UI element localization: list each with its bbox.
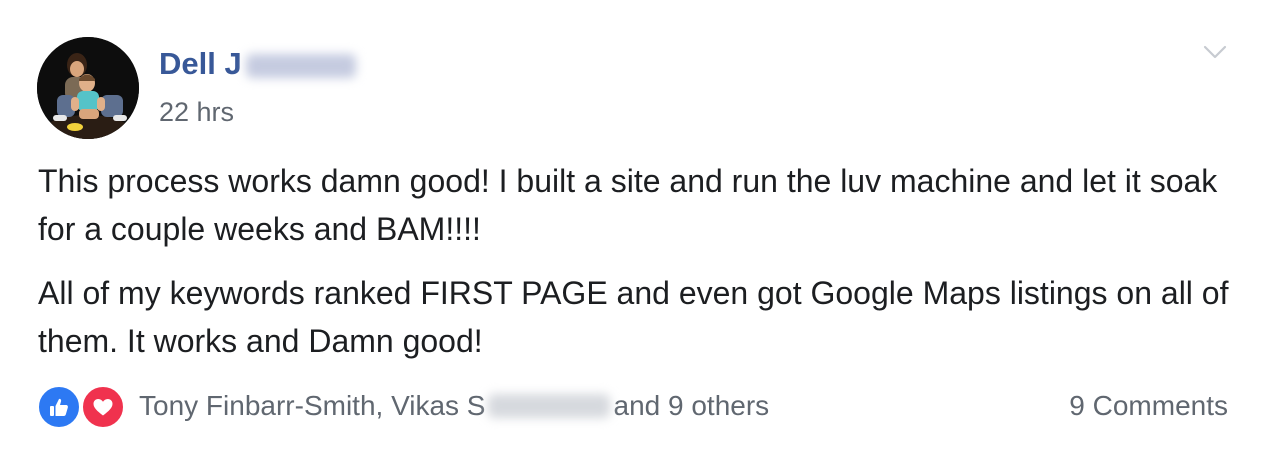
love-icon[interactable]	[81, 385, 125, 429]
reactors-names: Tony Finbarr-Smith, Vikas S	[139, 390, 486, 421]
post-footer: Tony Finbarr-Smith, Vikas S and 9 others…	[37, 380, 1228, 430]
post-options-chevron-icon[interactable]	[1202, 42, 1228, 62]
avatar[interactable]	[37, 37, 139, 139]
author-name[interactable]: Dell J	[159, 46, 242, 82]
avatar-photo	[37, 37, 139, 139]
post-timestamp[interactable]: 22 hrs	[159, 97, 234, 128]
comments-count-link[interactable]: 9 Comments	[1069, 384, 1228, 428]
redacted-reactor-surname	[487, 394, 610, 418]
post-paragraph: This process works damn good! I built a …	[38, 163, 1218, 247]
facebook-post: Dell J 22 hrs This process works damn go…	[0, 0, 1264, 460]
author-row: Dell J	[159, 42, 356, 86]
like-icon[interactable]	[37, 385, 81, 429]
redacted-author-surname	[245, 54, 356, 78]
reactors-others: and 9 others	[613, 390, 770, 421]
post-body: This process works damn good! I built a …	[38, 157, 1238, 381]
reactors-summary[interactable]: Tony Finbarr-Smith, Vikas S and 9 others	[139, 384, 769, 428]
post-paragraph: All of my keywords ranked FIRST PAGE and…	[38, 275, 1229, 359]
